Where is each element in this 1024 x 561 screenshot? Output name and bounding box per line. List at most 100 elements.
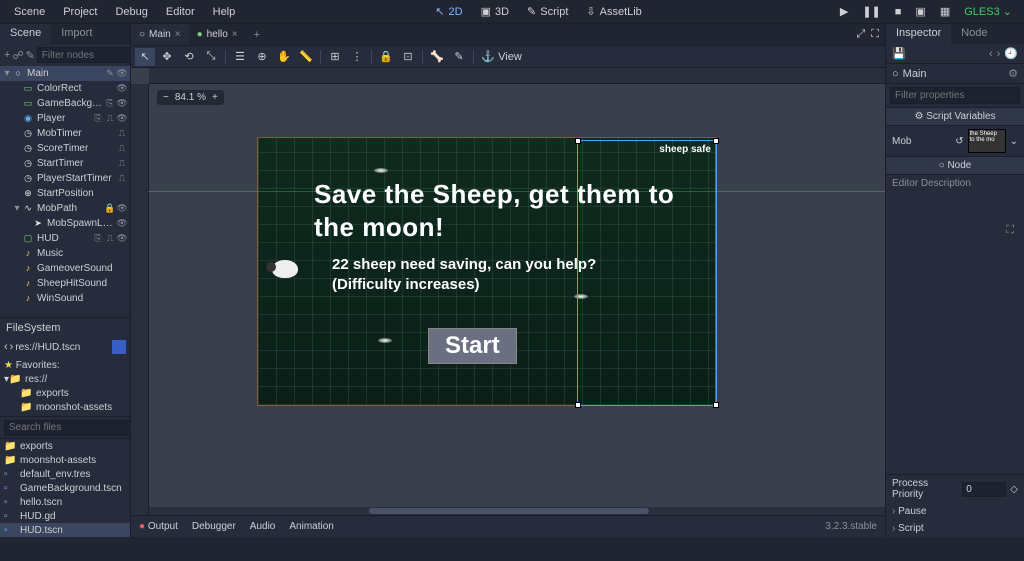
audio-tab[interactable]: Audio: [250, 521, 276, 532]
scene-node-mobspawnlocatio[interactable]: ➤MobSpawnLocatio👁: [0, 216, 130, 231]
scene-node-main[interactable]: ▾○Main✎👁: [0, 66, 130, 81]
close-tab-icon[interactable]: ×: [232, 29, 238, 40]
scene-node-playerstarttimer[interactable]: ◷PlayerStartTimer⎍: [0, 171, 130, 186]
fs-folder[interactable]: 📁moonshot-assets: [4, 400, 126, 414]
pause-button[interactable]: ❚❚: [856, 2, 886, 21]
history-menu-button[interactable]: 🕘: [1004, 47, 1018, 60]
scale-tool-button[interactable]: ⤡: [201, 48, 221, 66]
renderer-dropdown[interactable]: GLES3 ⌄: [958, 5, 1018, 18]
search-files-input[interactable]: [4, 420, 146, 436]
vis-icon[interactable]: 👁: [116, 98, 128, 110]
sig-icon[interactable]: ⎍: [116, 173, 128, 185]
menu-debug[interactable]: Debug: [107, 3, 155, 21]
path-tool-button[interactable]: ✎: [449, 48, 469, 66]
fs-forward-button[interactable]: ›: [10, 341, 14, 353]
scene-node-mobtimer[interactable]: ◷MobTimer⎍: [0, 126, 130, 141]
lock-icon[interactable]: 🔒: [104, 203, 116, 215]
workspace-3d[interactable]: ▣3D: [473, 2, 517, 21]
inspector-section-node[interactable]: ○ Node: [886, 156, 1024, 175]
prop-dropdown-button[interactable]: ⌄: [1010, 136, 1018, 147]
lock-button[interactable]: 🔒: [376, 48, 396, 66]
script-icon[interactable]: ✎: [104, 68, 116, 80]
mob-scene-thumbnail[interactable]: the Sheep to the mo: [968, 129, 1006, 153]
snap-options-button[interactable]: ⋮: [347, 48, 367, 66]
history-forward-button[interactable]: ›: [997, 48, 1001, 60]
ruler-tool-button[interactable]: 📏: [296, 48, 316, 66]
snap-toggle-button[interactable]: ⊞: [325, 48, 345, 66]
fs-item-default_env.tres[interactable]: ▫default_env.tres: [0, 467, 130, 481]
fs-view-mode-button[interactable]: [112, 340, 126, 354]
rotate-tool-button[interactable]: ⟲: [179, 48, 199, 66]
scene-node-mobpath[interactable]: ▾∿MobPath🔒👁: [0, 201, 130, 216]
add-node-button[interactable]: +: [4, 47, 10, 63]
fs-folder[interactable]: 📁exports: [4, 386, 126, 400]
vis-icon[interactable]: 👁: [116, 203, 128, 215]
zoom-out-button[interactable]: −: [163, 92, 169, 103]
pan-tool-button[interactable]: ✋: [274, 48, 294, 66]
object-menu-button[interactable]: ⚙: [1008, 67, 1018, 80]
play-scene-button[interactable]: ▣: [909, 2, 931, 21]
animation-tab[interactable]: Animation: [289, 521, 333, 532]
fold-pause[interactable]: Pause: [886, 503, 1024, 520]
horizontal-scrollbar[interactable]: [149, 507, 885, 515]
scene-node-sheephitsound[interactable]: ♪SheepHitSound: [0, 276, 130, 291]
menu-project[interactable]: Project: [55, 3, 105, 21]
expand-description-button[interactable]: ⛶: [1006, 224, 1014, 237]
inst-icon[interactable]: ⎘: [92, 113, 104, 125]
viewport-2d[interactable]: − 84.1 % + sheep safe Save the Sheep, ge…: [131, 68, 885, 515]
scene-node-colorrect[interactable]: ▭ColorRect👁: [0, 81, 130, 96]
tab-import[interactable]: Import: [51, 24, 102, 44]
fs-file-list[interactable]: 📁exports📁moonshot-assets▫default_env.tre…: [0, 438, 130, 537]
sig-icon[interactable]: ⎍: [116, 158, 128, 170]
play-custom-scene-button[interactable]: ▦: [934, 2, 956, 21]
attach-script-button[interactable]: ✎: [26, 47, 35, 63]
skeleton-button[interactable]: 🦴: [427, 48, 447, 66]
inspector-section-script-vars[interactable]: ⚙ Script Variables: [886, 107, 1024, 126]
start-button[interactable]: Start: [428, 328, 517, 364]
process-priority-input[interactable]: [962, 482, 1006, 497]
fs-item-exports[interactable]: 📁exports: [0, 439, 130, 453]
scene-node-starttimer[interactable]: ◷StartTimer⎍: [0, 156, 130, 171]
move-tool-button[interactable]: ✥: [157, 48, 177, 66]
game-canvas[interactable]: sheep safe Save the Sheep, get them to t…: [257, 137, 716, 406]
group-button[interactable]: ⊡: [398, 48, 418, 66]
fs-root[interactable]: ▾ 📁res://: [4, 372, 126, 386]
history-back-button[interactable]: ‹: [989, 48, 993, 60]
scene-node-gameoversound[interactable]: ♪GameoverSound: [0, 261, 130, 276]
fs-item-HUD.gd[interactable]: ▫HUD.gd: [0, 509, 130, 523]
fold-script[interactable]: Script: [886, 520, 1024, 537]
fs-item-GameBackground.tscn[interactable]: ▫GameBackground.tscn: [0, 481, 130, 495]
scene-tab-hello[interactable]: ● hello ×: [189, 24, 246, 45]
scene-tab-main[interactable]: ○ Main ×: [131, 24, 189, 45]
new-scene-button[interactable]: +: [246, 24, 268, 45]
close-tab-icon[interactable]: ×: [175, 29, 181, 40]
spinner-icon[interactable]: ◇: [1010, 484, 1018, 495]
workspace-2d[interactable]: ↖2D: [427, 2, 470, 21]
tab-inspector[interactable]: Inspector: [886, 24, 951, 44]
scene-node-music[interactable]: ♪Music: [0, 246, 130, 261]
sig-icon[interactable]: ⎍: [104, 233, 116, 245]
vis-icon[interactable]: 👁: [116, 68, 128, 80]
save-resource-button[interactable]: 💾: [892, 47, 906, 60]
inst-icon[interactable]: ⎘: [92, 233, 104, 245]
filter-properties-input[interactable]: [890, 87, 1020, 104]
distraction-free-button[interactable]: ⤢: [856, 28, 865, 41]
inst-icon[interactable]: ⎘: [104, 98, 116, 110]
workspace-script[interactable]: ✎Script: [519, 2, 576, 21]
output-tab[interactable]: ● Output: [139, 521, 178, 532]
list-select-button[interactable]: ☰: [230, 48, 250, 66]
tab-scene[interactable]: Scene: [0, 24, 51, 44]
scene-tree[interactable]: ▾○Main✎👁▭ColorRect👁▭GameBackgroun⎘👁◉Play…: [0, 66, 130, 317]
menu-scene[interactable]: Scene: [6, 3, 53, 21]
vis-icon[interactable]: 👁: [116, 233, 128, 245]
fs-back-button[interactable]: ‹: [4, 341, 8, 353]
expand-button[interactable]: ⛶: [871, 28, 879, 41]
vis-icon[interactable]: 👁: [116, 113, 128, 125]
menu-editor[interactable]: Editor: [158, 3, 203, 21]
tab-node[interactable]: Node: [951, 24, 997, 44]
vis-icon[interactable]: 👁: [116, 83, 128, 95]
vis-icon[interactable]: 👁: [116, 218, 128, 230]
sig-icon[interactable]: ⎍: [116, 143, 128, 155]
zoom-in-button[interactable]: +: [212, 92, 218, 103]
sig-icon[interactable]: ⎍: [116, 128, 128, 140]
